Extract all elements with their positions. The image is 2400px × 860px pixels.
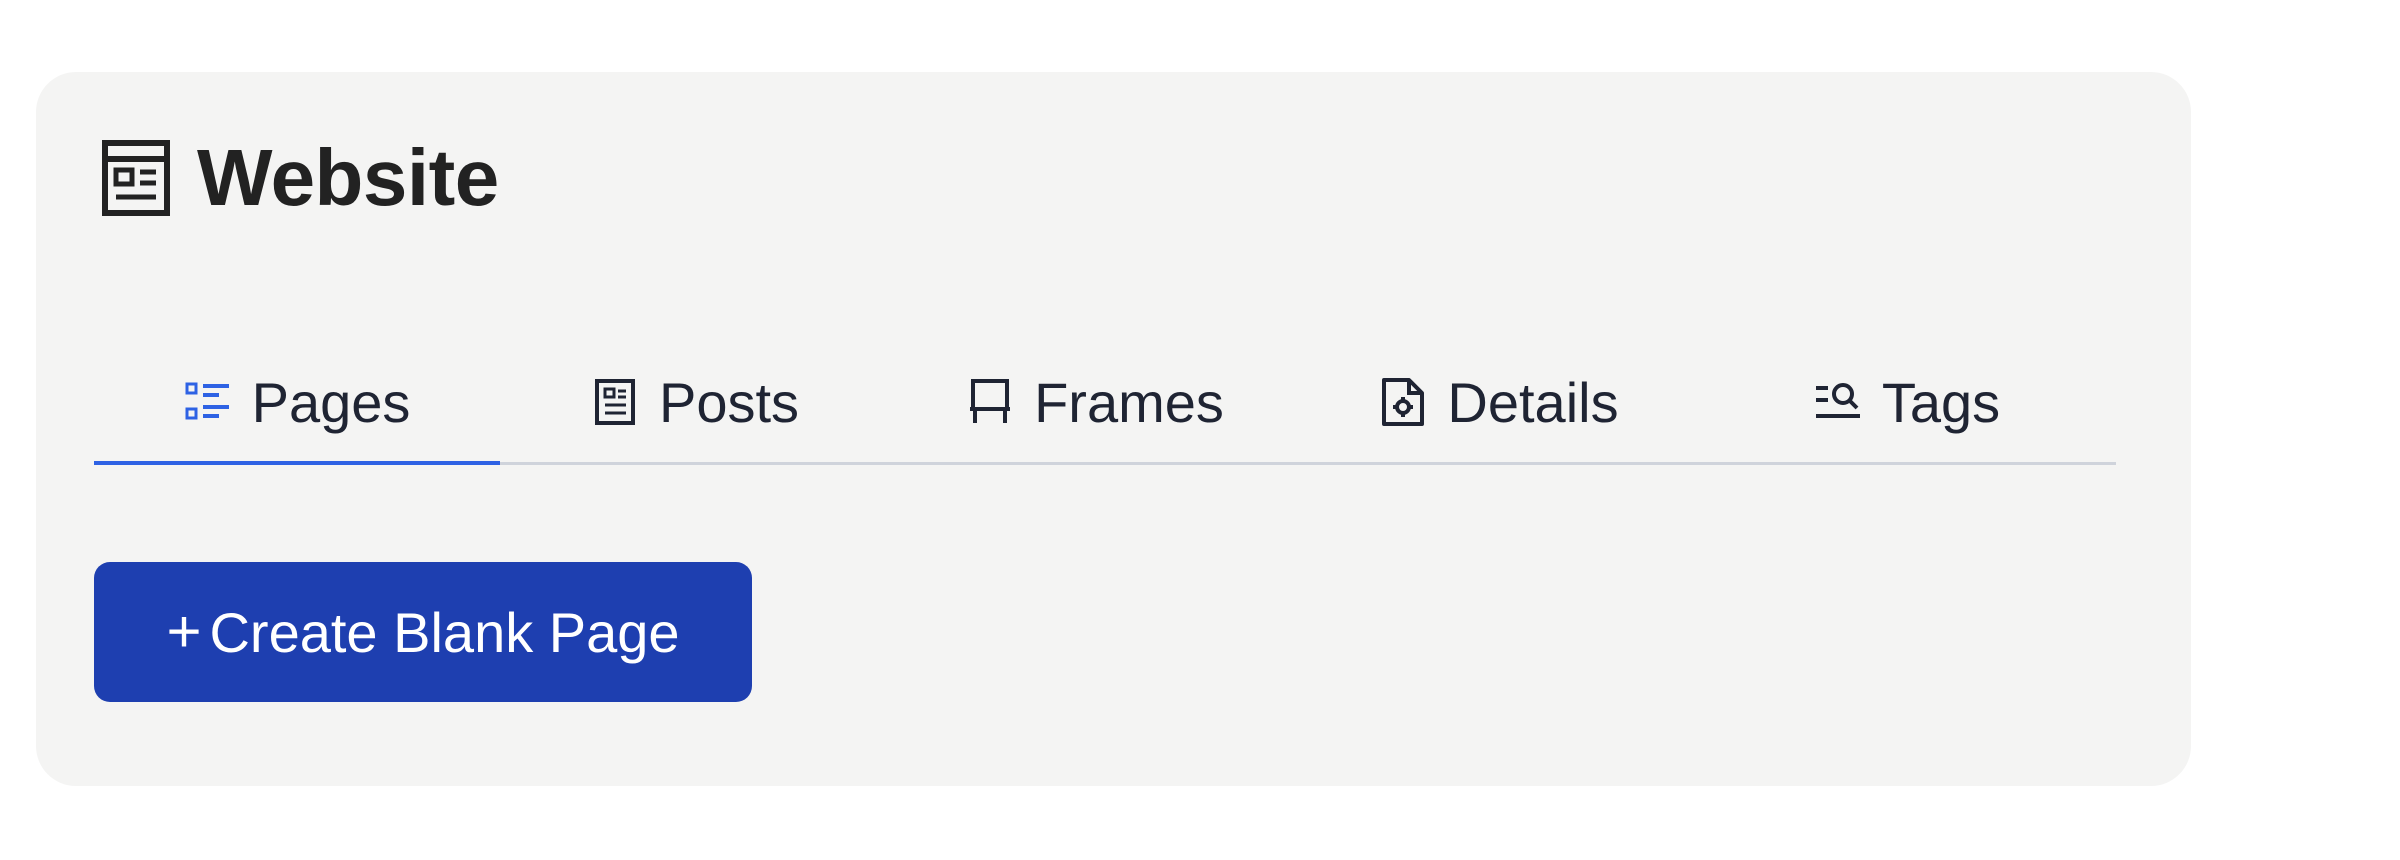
- create-blank-page-button[interactable]: + Create Blank Page: [94, 562, 752, 702]
- tab-pages[interactable]: Pages: [94, 342, 500, 465]
- tab-frames-label: Frames: [1034, 370, 1224, 434]
- tab-tags[interactable]: Tags: [1698, 342, 2116, 462]
- tab-frames[interactable]: Frames: [890, 342, 1300, 462]
- document-icon: [591, 378, 639, 426]
- tab-details-label: Details: [1447, 370, 1619, 434]
- frame-icon: [966, 378, 1014, 426]
- file-gear-icon: [1379, 378, 1427, 426]
- list-icon: [184, 378, 232, 426]
- page-header: Website: [102, 122, 499, 234]
- plus-icon: +: [166, 598, 202, 665]
- tab-tags-label: Tags: [1881, 370, 2001, 434]
- tab-posts[interactable]: Posts: [500, 342, 890, 462]
- page-title: Website: [197, 133, 499, 222]
- tag-search-icon: [1814, 378, 1862, 426]
- tab-pages-label: Pages: [251, 370, 411, 434]
- newspaper-icon: [102, 140, 170, 216]
- tab-posts-label: Posts: [658, 370, 800, 434]
- tab-details[interactable]: Details: [1300, 342, 1698, 462]
- website-panel: Website Pages Posts Frames Details Tags …: [36, 72, 2191, 786]
- tab-bar: Pages Posts Frames Details Tags: [94, 342, 2116, 465]
- create-blank-page-label: Create Blank Page: [209, 600, 680, 664]
